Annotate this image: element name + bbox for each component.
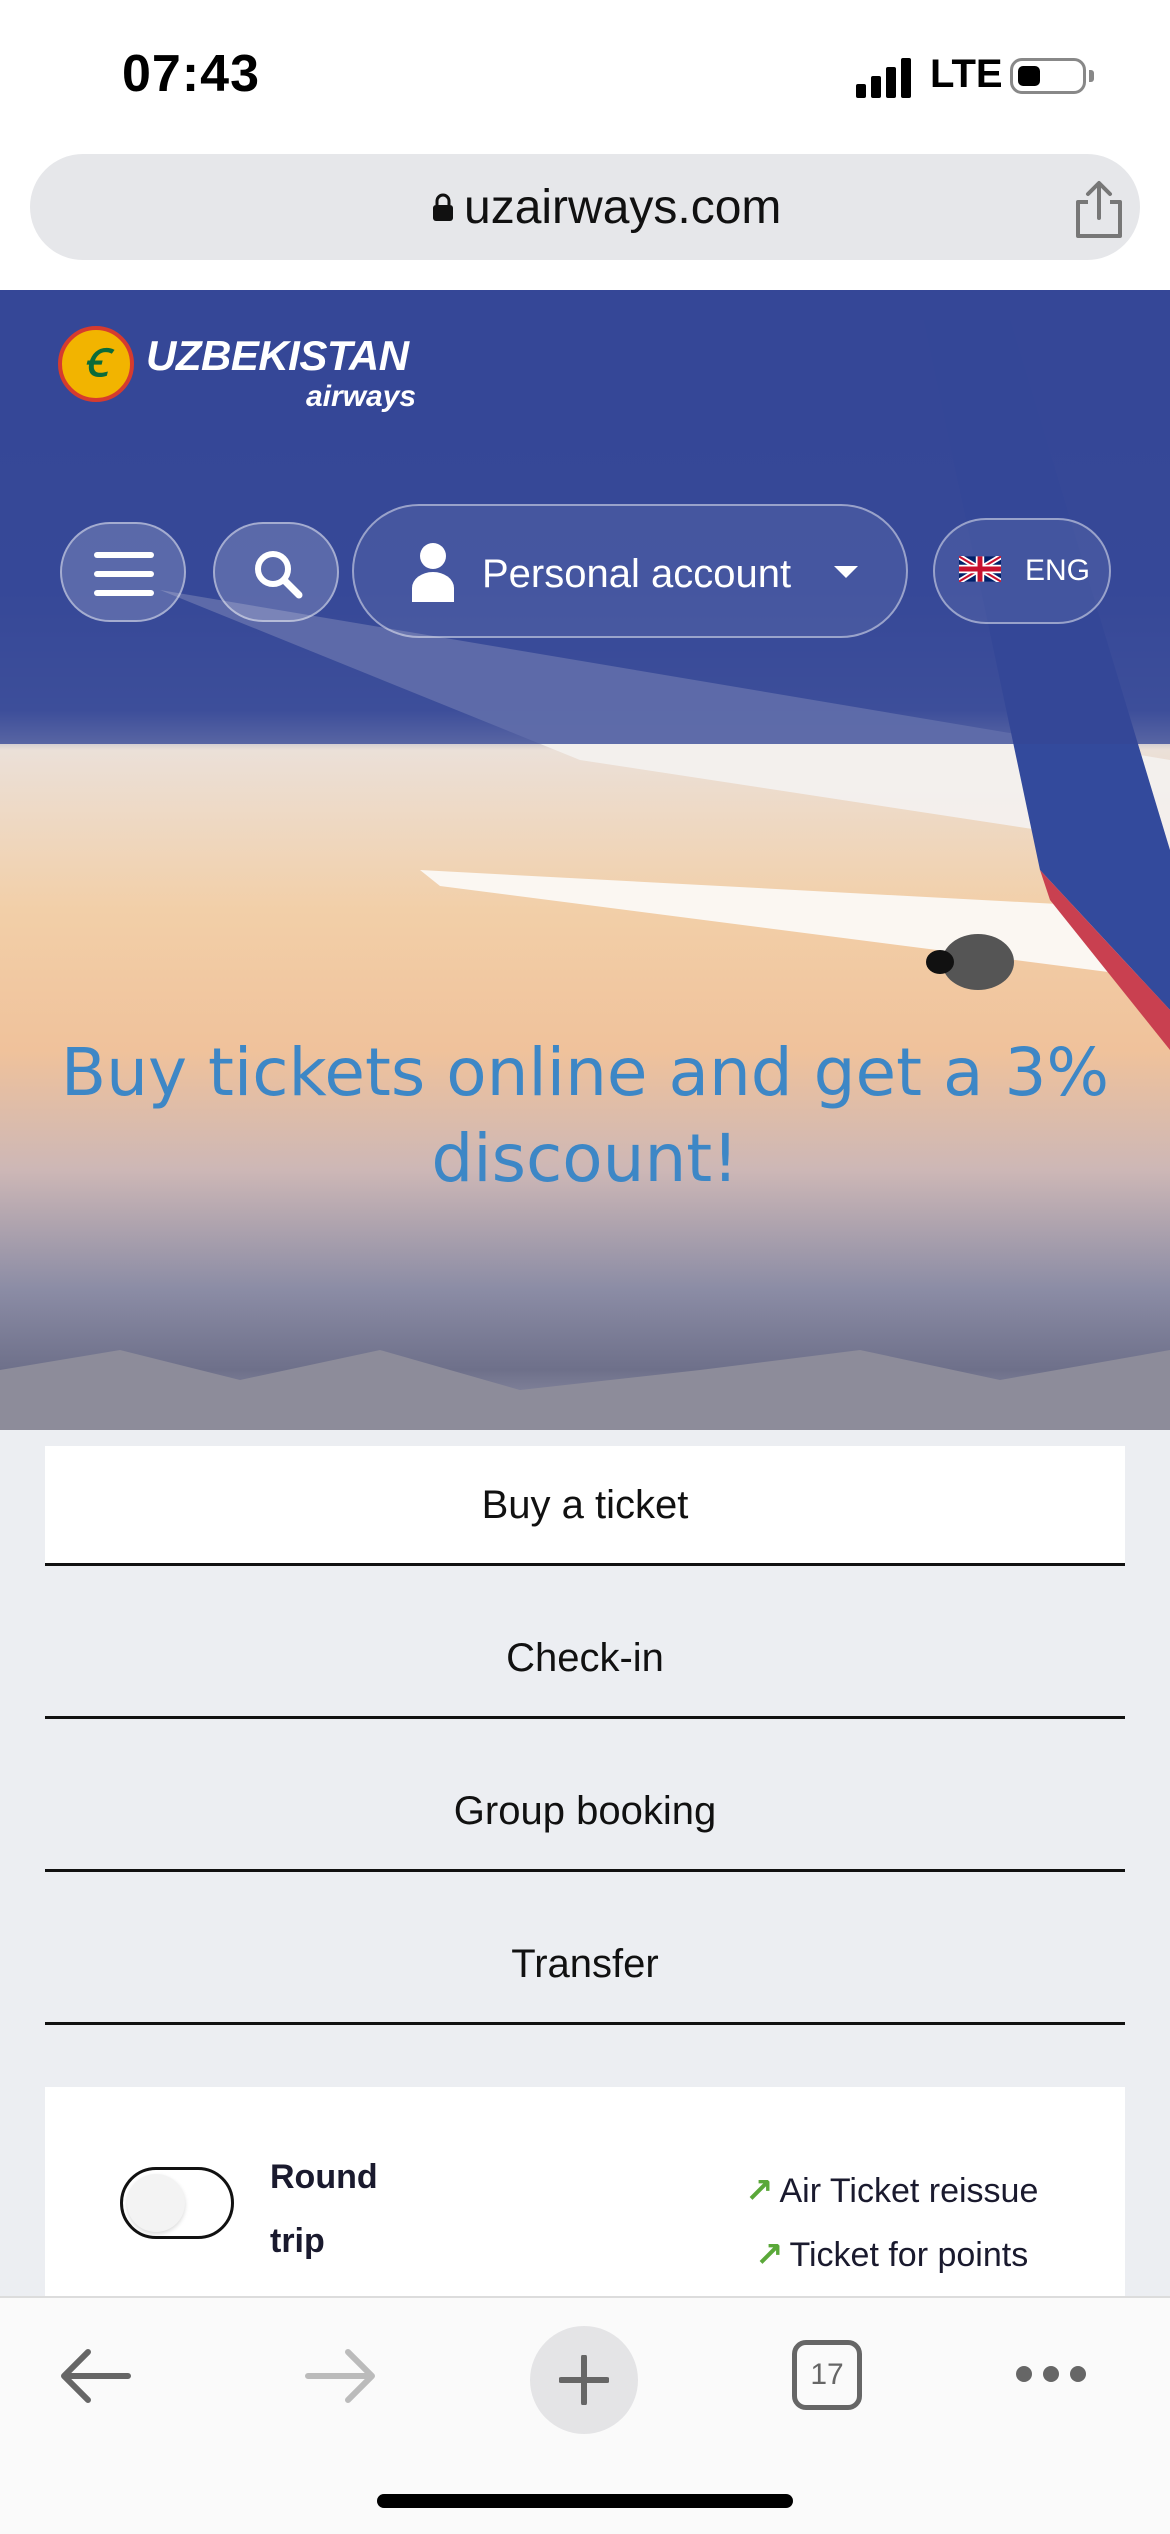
browser-address-area: uzairways.com — [0, 150, 1170, 290]
link-label: Air Ticket reissue — [779, 2172, 1039, 2210]
chevron-down-icon — [834, 566, 858, 578]
ticket-for-points-link[interactable]: ↗ Ticket for points — [755, 2235, 1028, 2275]
user-icon — [412, 543, 454, 602]
forward-arrow-icon[interactable] — [304, 2346, 378, 2406]
tab-group-booking[interactable]: Group booking — [45, 1719, 1125, 1872]
signal-icon — [856, 58, 911, 98]
back-arrow-icon[interactable] — [58, 2346, 132, 2406]
new-tab-button[interactable] — [530, 2326, 638, 2434]
share-icon[interactable] — [1070, 180, 1128, 240]
tab-transfer[interactable]: Transfer — [45, 1872, 1125, 2025]
logo-emblem-icon: Ꞓ — [58, 326, 134, 402]
battery-tip — [1089, 70, 1094, 82]
tab-check-in[interactable]: Check-in — [45, 1566, 1125, 1719]
air-ticket-reissue-link[interactable]: ↗ Air Ticket reissue — [745, 2171, 1038, 2211]
status-bar: 07:43 LTE — [0, 0, 1170, 150]
language-selector[interactable]: ENG — [933, 518, 1111, 624]
url-text: uzairways.com — [464, 181, 782, 234]
logo-subtext: airways — [306, 380, 417, 413]
toggle-knob — [127, 2174, 185, 2232]
uk-flag-icon — [959, 556, 1001, 582]
more-options-icon[interactable] — [1014, 2364, 1088, 2384]
network-type: LTE — [930, 52, 1003, 96]
plus-icon — [559, 2355, 609, 2405]
arrow-up-right-icon: ↗ — [755, 2236, 784, 2274]
personal-account-button[interactable]: Personal account — [352, 504, 908, 638]
booking-card: Round trip ↗ Air Ticket reissue ↗ Ticket f… — [45, 2087, 1125, 2297]
personal-account-label: Personal account — [482, 552, 792, 596]
airline-logo[interactable]: Ꞓ UZBEKISTAN airways — [58, 326, 438, 416]
search-icon — [255, 551, 303, 599]
search-button[interactable] — [213, 522, 339, 622]
hamburger-icon — [94, 552, 154, 596]
menu-button[interactable] — [60, 522, 186, 622]
round-trip-label: Round trip — [270, 2158, 378, 2260]
battery-icon — [1010, 58, 1086, 94]
link-label: Ticket for points — [789, 2236, 1029, 2274]
address-bar[interactable]: uzairways.com — [30, 154, 1140, 260]
logo-text: UZBEKISTAN — [146, 332, 409, 379]
language-label: ENG — [1025, 554, 1091, 587]
lock-icon — [433, 193, 453, 221]
hero-section: Ꞓ UZBEKISTAN airways Personal account EN… — [0, 290, 1170, 1430]
promo-headline: Buy tickets online and get a 3% discount… — [60, 1034, 1110, 1197]
arrow-up-right-icon: ↗ — [745, 2172, 774, 2210]
tabs-count-button[interactable]: 17 — [792, 2340, 862, 2410]
tab-buy-ticket[interactable]: Buy a ticket — [45, 1446, 1125, 1566]
status-time: 07:43 — [122, 45, 260, 103]
booking-tabs: Buy a ticket Check-in Group booking Tran… — [45, 1446, 1125, 2025]
home-indicator — [377, 2494, 793, 2508]
round-trip-toggle[interactable] — [120, 2167, 234, 2239]
